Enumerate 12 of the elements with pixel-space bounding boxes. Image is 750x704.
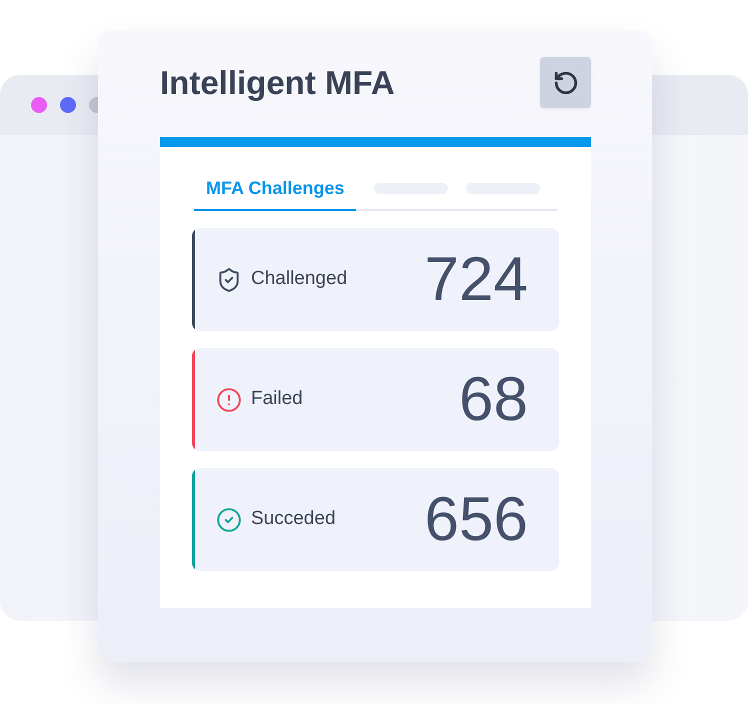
card-title: Intelligent MFA [160,66,395,99]
stat-value: 68 [459,368,528,430]
refresh-button[interactable] [540,57,591,108]
stat-value: 724 [424,248,528,310]
stat-value: 656 [424,488,528,550]
tab[interactable]: MFA Challenges [194,177,356,211]
stat-label: Failed [251,387,303,412]
check-circle-icon [216,506,242,532]
stat-label: Succeded [251,507,336,532]
alert-circle-icon [216,386,242,412]
stat-label: Challenged [251,267,348,292]
refresh-icon [552,70,578,96]
